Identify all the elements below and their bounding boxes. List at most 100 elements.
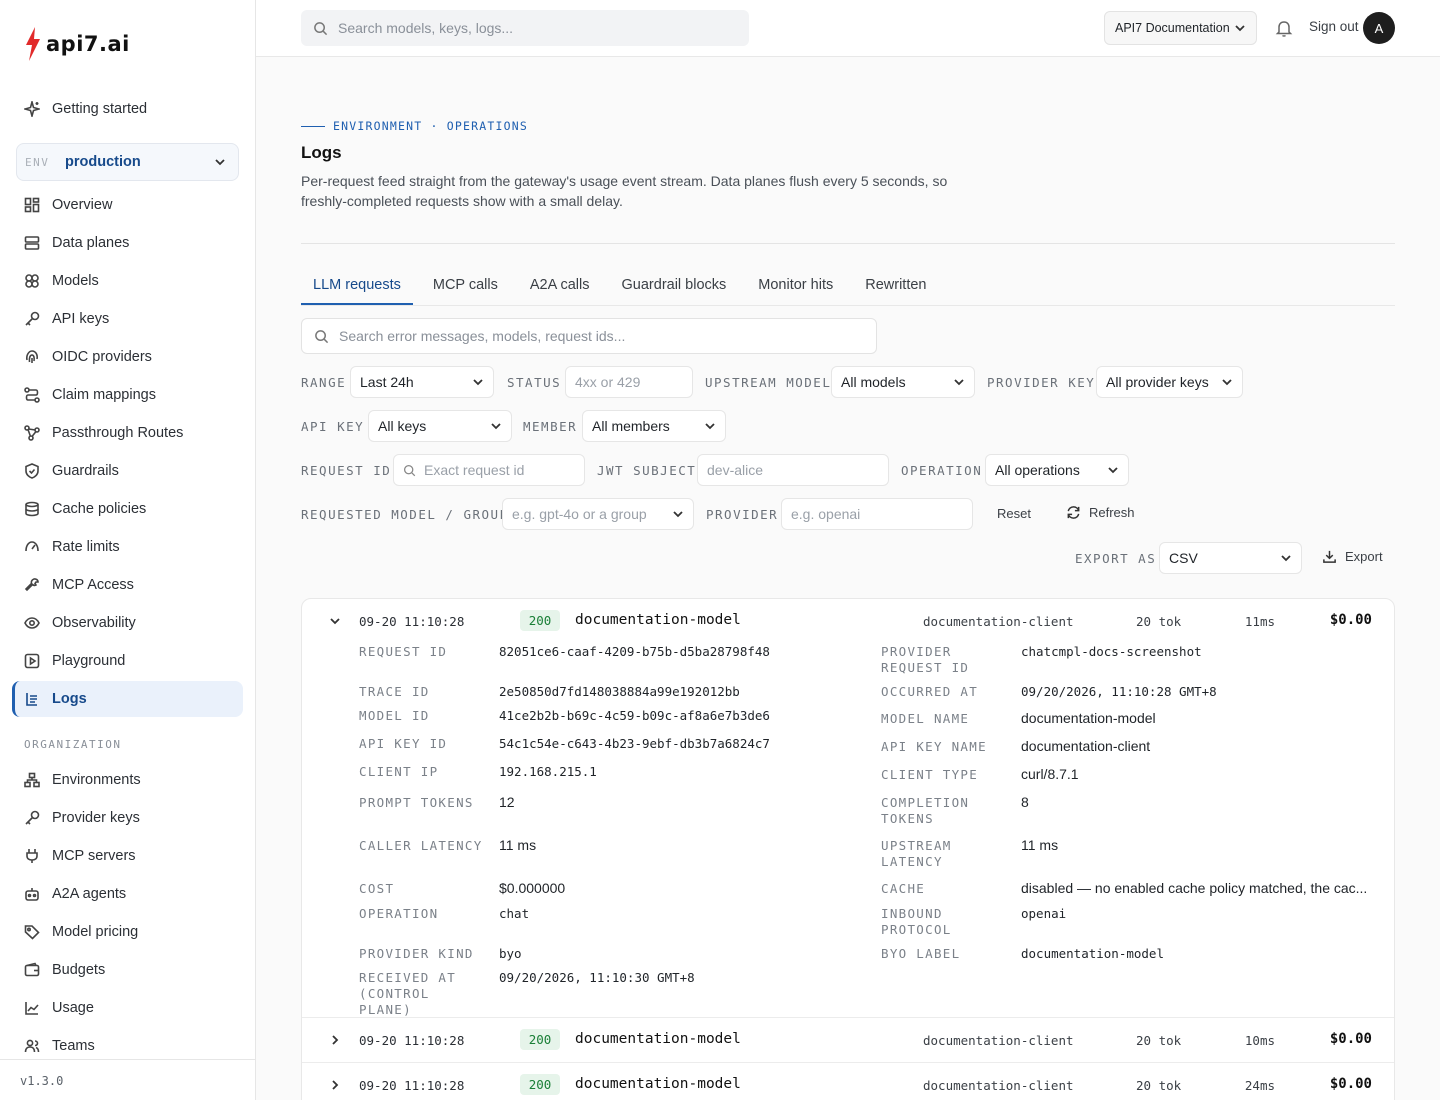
sidebar-item-guardrails[interactable]: Guardrails xyxy=(12,453,243,489)
sidebar-item-model-pricing[interactable]: Model pricing xyxy=(12,914,243,950)
table-row[interactable]: 09-20 11:10:28 200 documentation-model d… xyxy=(302,1063,1394,1100)
upstream-model-select[interactable]: All models xyxy=(831,366,975,398)
table-row[interactable]: 09-20 11:10:28 200 documentation-model d… xyxy=(302,1018,1394,1062)
chevron-down-icon[interactable] xyxy=(328,614,342,628)
reset-button[interactable]: Reset xyxy=(997,506,1031,521)
sidebar-item-label: MCP Access xyxy=(52,577,134,593)
request-id-input[interactable]: Exact request id xyxy=(393,454,585,486)
provider-key-select[interactable]: All provider keys xyxy=(1096,366,1243,398)
refresh-button[interactable]: Refresh xyxy=(1066,505,1135,520)
users-icon xyxy=(24,1039,40,1053)
detail-value: openai xyxy=(1021,906,1067,921)
tab-mcp-calls[interactable]: MCP calls xyxy=(421,267,510,305)
sidebar-item-environments[interactable]: Environments xyxy=(12,762,243,798)
sidebar-item-playground[interactable]: Playground xyxy=(12,643,243,679)
sidebar-item-label: Models xyxy=(52,273,99,289)
sidebar-item-a2a-agents[interactable]: A2A agents xyxy=(12,876,243,912)
sidebar-item-claim-mappings[interactable]: Claim mappings xyxy=(12,377,243,413)
table-row[interactable]: 09-20 11:10:28 200 documentation-model d… xyxy=(302,599,1394,643)
avatar[interactable]: A xyxy=(1363,12,1395,44)
brand-logo[interactable]: api7.ai xyxy=(24,26,130,62)
brand-name: api7.ai xyxy=(46,32,130,56)
export-button[interactable]: Export xyxy=(1322,549,1383,564)
sidebar-item-overview[interactable]: Overview xyxy=(12,187,243,223)
member-select[interactable]: All members xyxy=(582,410,726,442)
operation-value: All operations xyxy=(995,462,1080,478)
request-id-label: REQUEST ID xyxy=(301,463,392,478)
status-input[interactable]: 4xx or 429 xyxy=(565,366,693,398)
sidebar-item-oidc-providers[interactable]: OIDC providers xyxy=(12,339,243,375)
row-model: documentation-model xyxy=(575,1031,741,1047)
sidebar-item-logs[interactable]: Logs xyxy=(12,681,243,717)
sidebar-item-models[interactable]: Models xyxy=(12,263,243,299)
operation-select[interactable]: All operations xyxy=(985,454,1129,486)
tab-rewritten[interactable]: Rewritten xyxy=(853,267,938,305)
sidebar-item-api-keys[interactable]: API keys xyxy=(12,301,243,337)
row-tokens: 20 tok xyxy=(1136,1078,1182,1093)
api-key-select[interactable]: All keys xyxy=(368,410,512,442)
key-icon xyxy=(25,311,40,326)
upstream-model-label: UPSTREAM MODEL xyxy=(705,375,832,390)
sidebar-item-label: Guardrails xyxy=(52,463,119,479)
log-search-placeholder: Search error messages, models, request i… xyxy=(339,328,626,344)
jwt-subject-input[interactable]: dev-alice xyxy=(697,454,889,486)
global-search-input[interactable]: Search models, keys, logs... xyxy=(301,10,749,46)
row-cost: $0.00 xyxy=(1329,612,1372,628)
api-key-label: API KEY xyxy=(301,419,365,434)
play-icon xyxy=(24,653,40,669)
detail-key: INBOUND PROTOCOL xyxy=(881,906,952,937)
environment-select[interactable]: ENV production xyxy=(16,143,239,181)
row-client: documentation-client xyxy=(923,1078,1074,1093)
range-select[interactable]: Last 24h xyxy=(350,366,494,398)
detail-key: MODEL ID xyxy=(359,708,430,723)
range-select-value: Last 24h xyxy=(360,374,414,390)
chevron-right-icon[interactable] xyxy=(328,1078,342,1092)
tab-llm-requests[interactable]: LLM requests xyxy=(301,267,413,305)
wrench-icon xyxy=(24,578,39,592)
chevron-right-icon[interactable] xyxy=(328,1033,342,1047)
sidebar-item-usage[interactable]: Usage xyxy=(12,990,243,1026)
wallet-icon xyxy=(24,962,40,977)
export-format-select[interactable]: CSV xyxy=(1159,542,1302,574)
provider-placeholder: e.g. openai xyxy=(791,506,861,522)
status-badge: 200 xyxy=(520,1029,560,1050)
sidebar-item-provider-keys[interactable]: Provider keys xyxy=(12,800,243,836)
reset-label: Reset xyxy=(997,506,1031,521)
sidebar-item-passthrough-routes[interactable]: Passthrough Routes xyxy=(12,415,243,451)
sidebar-item-observability[interactable]: Observability xyxy=(12,605,243,641)
tab-guardrail-blocks[interactable]: Guardrail blocks xyxy=(610,267,739,305)
detail-value: 82051ce6-caaf-4209-b75b-d5ba28798f48 xyxy=(499,644,770,659)
provider-input[interactable]: e.g. openai xyxy=(781,498,973,530)
sidebar-item-mcp-access[interactable]: MCP Access xyxy=(12,567,243,603)
logs-icon xyxy=(26,693,37,706)
bell-icon[interactable] xyxy=(1274,18,1294,38)
log-search-input[interactable]: Search error messages, models, request i… xyxy=(301,318,877,354)
sidebar-item-budgets[interactable]: Budgets xyxy=(12,952,243,988)
plug-icon xyxy=(26,849,38,863)
detail-value: 11 ms xyxy=(499,837,537,853)
tab-a2a-calls[interactable]: A2A calls xyxy=(518,267,602,305)
refresh-icon xyxy=(1067,506,1080,519)
detail-key: OCCURRED AT xyxy=(881,684,979,699)
chart-icon xyxy=(25,1002,39,1015)
bot-icon xyxy=(25,888,39,901)
sidebar-item-mcp-servers[interactable]: MCP servers xyxy=(12,838,243,874)
sidebar: api7.ai Getting started ENV production O… xyxy=(0,0,256,1100)
requested-model-select[interactable]: e.g. gpt-4o or a group xyxy=(502,498,694,530)
detail-value: documentation-model xyxy=(1021,710,1156,726)
tab-monitor-hits[interactable]: Monitor hits xyxy=(746,267,845,305)
sidebar-item-rate-limits[interactable]: Rate limits xyxy=(12,529,243,565)
detail-value: 41ce2b2b-b69c-4c59-b09c-af8a6e7b3de6 xyxy=(499,708,770,723)
detail-key: TRACE ID xyxy=(359,684,430,699)
sign-out-link[interactable]: Sign out xyxy=(1309,19,1359,34)
sidebar-item-data-planes[interactable]: Data planes xyxy=(12,225,243,261)
tree-icon xyxy=(24,772,40,788)
row-model: documentation-model xyxy=(575,612,741,628)
search-icon xyxy=(403,464,416,476)
sidebar-item-getting-started[interactable]: Getting started xyxy=(12,91,243,127)
sidebar-item-cache-policies[interactable]: Cache policies xyxy=(12,491,243,527)
bolt-icon xyxy=(26,27,40,61)
documentation-select[interactable]: API7 Documentation xyxy=(1104,11,1257,45)
detail-value: 192.168.215.1 xyxy=(499,764,597,779)
page-description: Per-request feed straight from the gatew… xyxy=(301,173,948,209)
